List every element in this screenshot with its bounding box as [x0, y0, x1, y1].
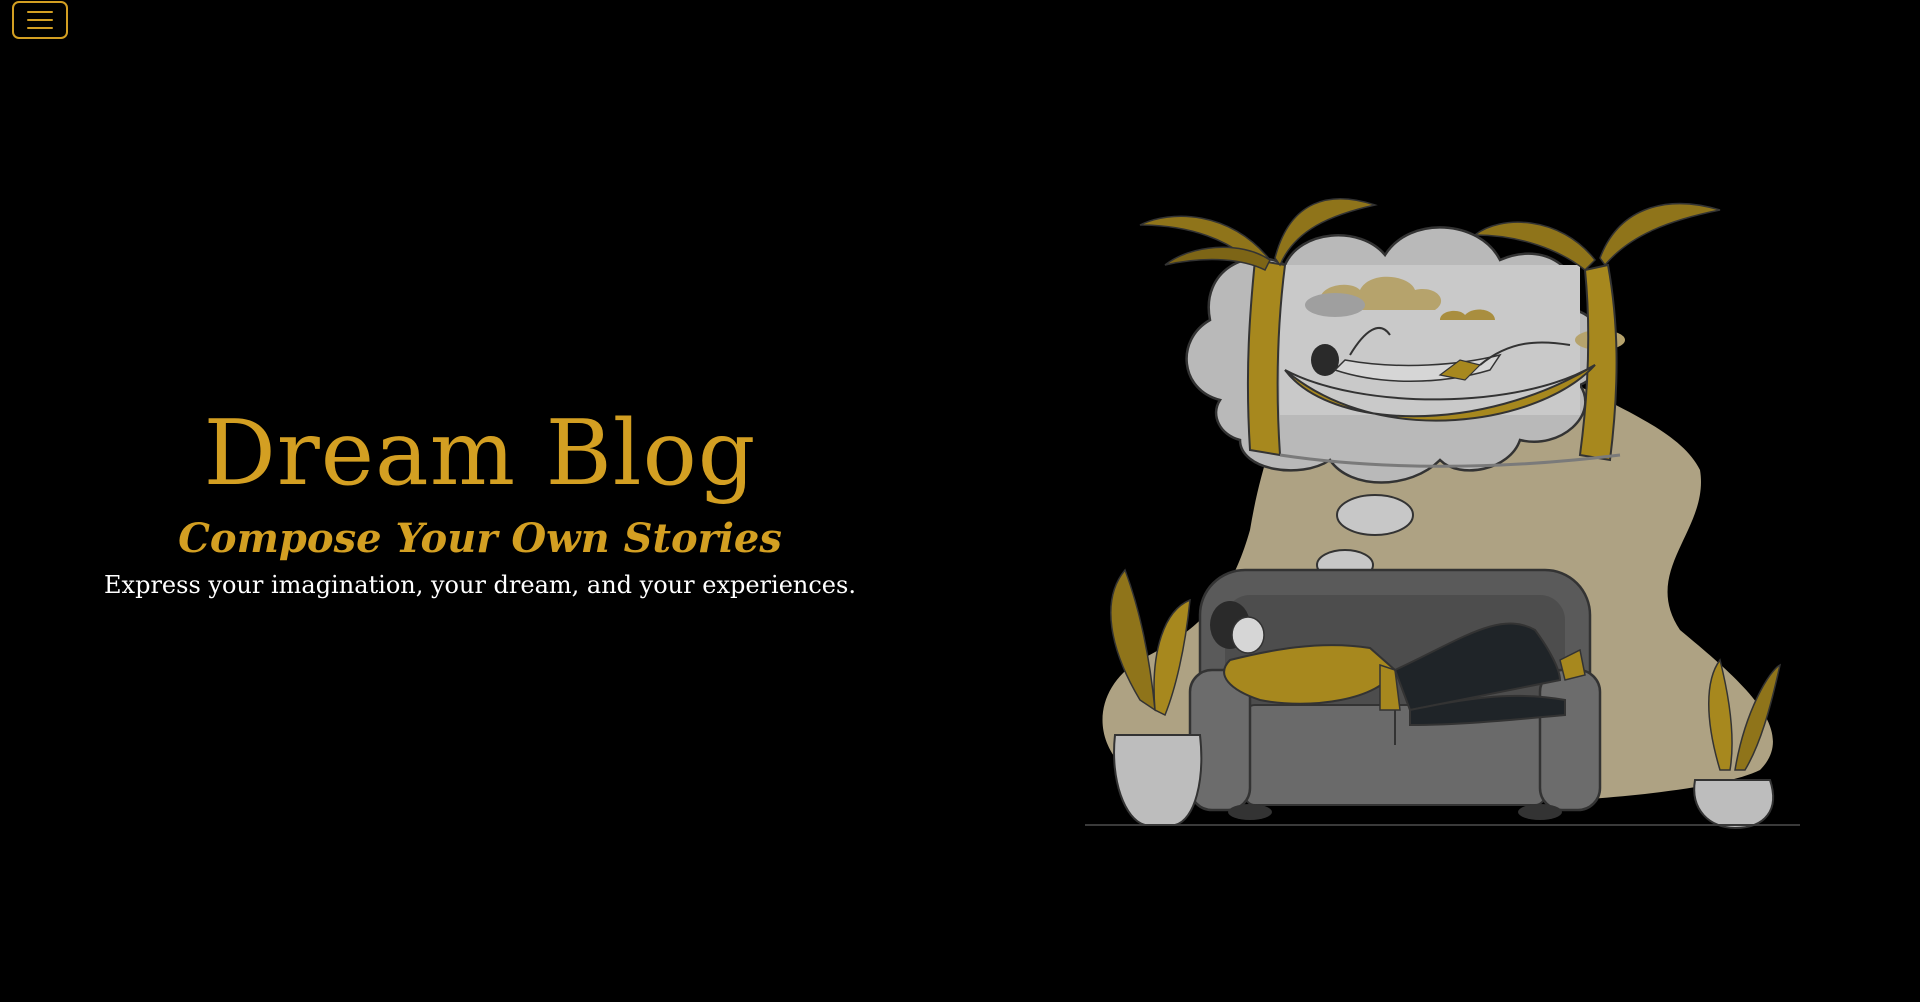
- hero-section: Dream Blog Compose Your Own Stories Expr…: [0, 395, 960, 601]
- menu-toggle-button[interactable]: [12, 1, 68, 39]
- page-subtitle: Compose Your Own Stories: [178, 515, 782, 562]
- dreaming-on-sofa-illustration: [1085, 198, 1800, 830]
- page-tagline: Express your imagination, your dream, an…: [104, 571, 856, 599]
- hamburger-menu-icon: [27, 11, 53, 29]
- page-title: Dream Blog: [203, 401, 757, 506]
